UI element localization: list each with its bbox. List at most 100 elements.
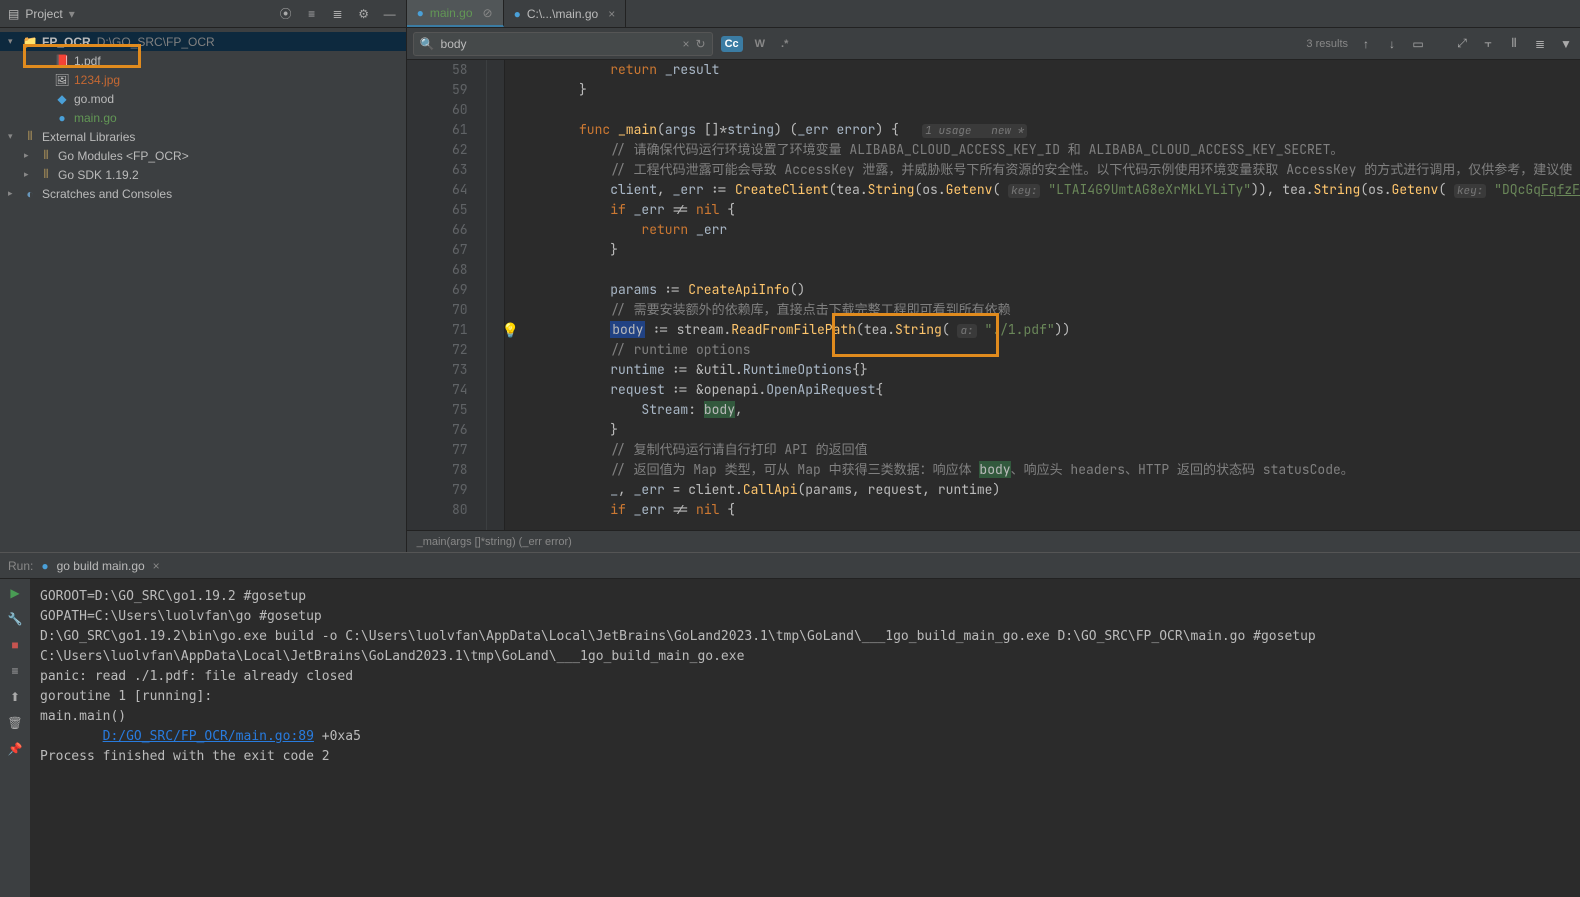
go-icon: ●: [41, 559, 48, 573]
go-file-icon: ●: [514, 7, 521, 21]
prev-match-icon[interactable]: ↑: [1358, 36, 1374, 52]
project-name: FP_OCR: [42, 35, 91, 49]
pin-icon[interactable]: 📌: [7, 741, 23, 757]
stop-icon[interactable]: ■: [7, 637, 23, 653]
scratch-icon: ◐: [22, 187, 38, 201]
project-icon: ▤: [8, 7, 19, 21]
add-selection-icon[interactable]: ⫟: [1480, 36, 1496, 52]
settings-icon[interactable]: ⚙: [356, 6, 372, 22]
console-line: GOROOT=D:\GO_SRC\go1.19.2 #gosetup: [40, 587, 1570, 607]
code-line[interactable]: }: [517, 240, 1580, 260]
tree-item-pdf[interactable]: 📕1.pdf: [0, 51, 406, 70]
tab-main-go-2[interactable]: ● C:\...\main.go ×: [504, 0, 627, 27]
console-line: goroutine 1 [running]:: [40, 687, 1570, 707]
toggle-icon[interactable]: ≣: [1532, 36, 1548, 52]
project-sidebar: ▤ Project ▾ ⦿ ≡ ≣ ⚙ — ▾📁 FP_OCR D:\GO_SR…: [0, 0, 407, 552]
code-line[interactable]: }: [517, 420, 1580, 440]
tab-label: C:\...\main.go: [527, 7, 598, 21]
image-icon: 🖼: [54, 73, 70, 87]
code-line[interactable]: [517, 100, 1580, 120]
filter-icon[interactable]: ▼: [1558, 36, 1574, 52]
match-case-toggle[interactable]: Cc: [721, 36, 743, 52]
intention-bulb-icon[interactable]: 💡: [502, 322, 519, 340]
fold-column[interactable]: [487, 60, 505, 530]
modules-icon: ⫴: [38, 148, 54, 163]
project-tree[interactable]: ▾📁 FP_OCR D:\GO_SRC\FP_OCR 📕1.pdf 🖼1234.…: [0, 28, 406, 552]
new-window-icon[interactable]: ⤢: [1454, 36, 1470, 52]
chevron-down-icon[interactable]: ▾: [69, 7, 75, 21]
next-match-icon[interactable]: ↓: [1384, 36, 1400, 52]
find-bar: 🔍 × ↻ Cc W .* 3 results ↑ ↓ ▭ ⤢ ⫟ ⫴ ≣ ▼: [407, 28, 1580, 60]
code-line[interactable]: if _err != nil {: [517, 200, 1580, 220]
code-line[interactable]: }: [517, 80, 1580, 100]
code-line[interactable]: request := &openapi.OpenApiRequest{: [517, 380, 1580, 400]
code-line[interactable]: client, _err := CreateClient(tea.String(…: [517, 180, 1580, 200]
code-line[interactable]: if _err != nil {: [517, 500, 1580, 520]
tree-item-jpg[interactable]: 🖼1234.jpg: [0, 70, 406, 89]
code-line[interactable]: // 返回值为 Map 类型，可从 Map 中获得三类数据：响应体 body、响…: [517, 460, 1580, 480]
regex-toggle[interactable]: .*: [777, 36, 792, 52]
search-icon: 🔍: [420, 37, 435, 51]
wrench-icon[interactable]: 🔧: [7, 611, 23, 627]
editor-tabs: ● main.go ⊘ ● C:\...\main.go ×: [407, 0, 1580, 28]
code-line[interactable]: body := stream.ReadFromFilePath(tea.Stri…: [517, 320, 1580, 340]
up-icon[interactable]: ⬆: [7, 689, 23, 705]
code-line[interactable]: // 请确保代码运行环境设置了环境变量 ALIBABA_CLOUD_ACCESS…: [517, 140, 1580, 160]
line-gutter: 5859606162636465666768697071727374757677…: [407, 60, 487, 530]
code-line[interactable]: // runtime options: [517, 340, 1580, 360]
code-line[interactable]: // 需要安装额外的依赖库，直接点击下载完整工程即可看到所有依赖: [517, 300, 1580, 320]
rerun-icon[interactable]: ▶: [7, 585, 23, 601]
code-line[interactable]: // 复制代码运行请自行打印 API 的返回值: [517, 440, 1580, 460]
clear-icon[interactable]: ×: [683, 37, 690, 51]
code-line[interactable]: runtime := &util.RuntimeOptions{}: [517, 360, 1580, 380]
console-line: panic: read ./1.pdf: file already closed: [40, 667, 1570, 687]
tree-go-modules[interactable]: ▸⫴Go Modules <FP_OCR>: [0, 146, 406, 165]
tree-item-gomod[interactable]: ◆go.mod: [0, 89, 406, 108]
libraries-icon: ⫴: [22, 129, 38, 144]
console-output[interactable]: GOROOT=D:\GO_SRC\go1.19.2 #gosetupGOPATH…: [30, 579, 1580, 897]
tree-item-maingo[interactable]: ●main.go: [0, 108, 406, 127]
tree-go-sdk[interactable]: ▸⫴Go SDK 1.19.2: [0, 165, 406, 184]
select-opened-icon[interactable]: ⦿: [278, 6, 294, 22]
go-icon: ●: [54, 111, 70, 125]
results-count: 3 results: [1306, 38, 1348, 50]
code-editor[interactable]: 5859606162636465666768697071727374757677…: [407, 60, 1580, 530]
select-all-icon[interactable]: ▭: [1410, 36, 1426, 52]
close-tab-icon[interactable]: ×: [153, 559, 160, 573]
close-icon[interactable]: ⊘: [483, 6, 493, 20]
project-path: D:\GO_SRC\FP_OCR: [97, 35, 215, 49]
code-line[interactable]: // 工程代码泄露可能会导致 AccessKey 泄露，并威胁账号下所有资源的安…: [517, 160, 1580, 180]
tab-main-go[interactable]: ● main.go ⊘: [407, 0, 504, 27]
collapse-all-icon[interactable]: ≣: [330, 6, 346, 22]
expand-all-icon[interactable]: ≡: [304, 6, 320, 22]
select-all-occ-icon[interactable]: ⫴: [1506, 36, 1522, 52]
code-line[interactable]: Stream: body,: [517, 400, 1580, 420]
console-line: C:\Users\luolvfan\AppData\Local\JetBrain…: [40, 647, 1570, 667]
hide-icon[interactable]: —: [382, 6, 398, 22]
tree-external-libs[interactable]: ▾⫴External Libraries: [0, 127, 406, 146]
stack-trace-link[interactable]: D:/GO_SRC/FP_OCR/main.go:89: [103, 729, 314, 744]
history-icon[interactable]: ↻: [696, 37, 706, 51]
sdk-icon: ⫴: [38, 167, 54, 182]
words-toggle[interactable]: W: [751, 36, 769, 52]
code-line[interactable]: [517, 260, 1580, 280]
tree-root-row[interactable]: ▾📁 FP_OCR D:\GO_SRC\FP_OCR: [0, 32, 406, 51]
search-field[interactable]: 🔍 × ↻: [413, 32, 713, 56]
close-icon[interactable]: ×: [608, 7, 615, 21]
code-line[interactable]: _, _err = client.CallApi(params, request…: [517, 480, 1580, 500]
search-input[interactable]: [441, 37, 677, 51]
layout-icon[interactable]: ≡: [7, 663, 23, 679]
code-line[interactable]: return _result: [517, 60, 1580, 80]
trash-icon[interactable]: 🗑: [7, 715, 23, 731]
code-line[interactable]: return _err: [517, 220, 1580, 240]
console-line: main.main(): [40, 707, 1570, 727]
code-line[interactable]: params := CreateApiInfo(): [517, 280, 1580, 300]
code-line[interactable]: func _main(args []*string) (_err error) …: [517, 120, 1580, 140]
console-line: Process finished with the exit code 2: [40, 747, 1570, 767]
tree-scratches[interactable]: ▸◐Scratches and Consoles: [0, 184, 406, 203]
run-toolbar: ▶ 🔧 ■ ≡ ⬆ 🗑 📌: [0, 579, 30, 897]
pdf-icon: 📕: [54, 54, 70, 68]
breadcrumb-bar[interactable]: _main(args []*string) (_err error): [407, 530, 1580, 552]
run-label: Run:: [8, 559, 33, 573]
editor-area: ● main.go ⊘ ● C:\...\main.go × 🔍 × ↻ Cc …: [407, 0, 1580, 552]
